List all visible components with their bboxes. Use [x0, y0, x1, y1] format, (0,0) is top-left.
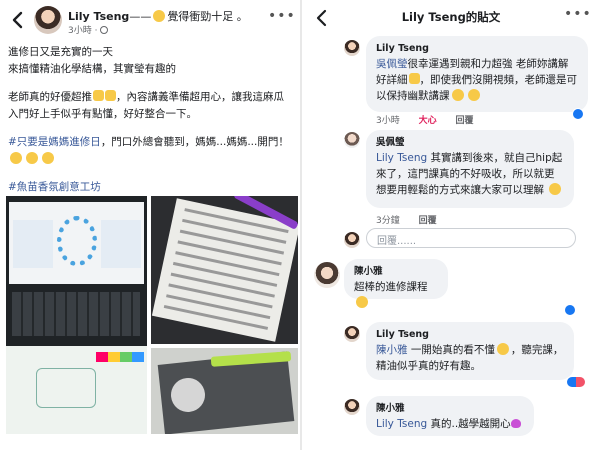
comment-meta: 3小時 大心 回覆 — [376, 113, 490, 126]
thinking-emoji-icon — [496, 343, 509, 355]
heart-icon — [510, 419, 521, 428]
comment-author[interactable]: 吳佩瑩 — [376, 136, 564, 149]
post-line: 來搞懂精油化學結構，其實瑩有趣的 — [8, 63, 176, 75]
sticky-tabs-image — [96, 352, 144, 362]
grin-emoji-icon — [42, 152, 54, 164]
photo-laptop-course[interactable] — [6, 196, 147, 434]
like-icon[interactable] — [564, 304, 576, 316]
comment-author[interactable]: Lily Tseng — [376, 42, 578, 55]
like-icon[interactable] — [572, 108, 584, 120]
comment-text: 真的..越學越開心 — [427, 418, 511, 430]
heart-eyes-emoji-icon — [356, 296, 368, 308]
comment-author[interactable]: 陳小雅 — [354, 265, 438, 278]
avatar — [344, 232, 360, 248]
comment-text: 超棒的進修課程 — [354, 281, 428, 293]
emoji-row — [8, 151, 296, 168]
post-line-text: 老師真的好優超推 — [8, 91, 92, 103]
comment-author[interactable]: Lily Tseng — [376, 328, 564, 341]
post-line: #只要是媽媽進修日，門口外總會聽到，媽媽...媽媽...開門！ — [8, 134, 296, 151]
avatar[interactable] — [344, 132, 360, 148]
hashtag-link[interactable]: #魚苗香氛創意工坊 — [8, 181, 101, 193]
laughing-emoji-icon — [467, 89, 480, 101]
post-line-text: ，門口外總會聽到，媽媽...媽媽...開門！ — [100, 136, 289, 148]
globe-icon — [100, 26, 109, 34]
feeling-text: 覺得衝勁十足 — [167, 10, 234, 23]
post-line: 進修日又是充實的一天 — [8, 46, 113, 58]
grin-emoji-icon — [549, 183, 562, 195]
author-name[interactable]: Lily Tseng — [68, 10, 129, 23]
post-time-text[interactable]: 3小時 — [68, 26, 92, 36]
avatar[interactable] — [344, 326, 360, 342]
smiley-icon — [153, 10, 166, 22]
comment-time: 3分鐘 — [376, 216, 400, 226]
comment-bubble: 吳佩瑩 Lily Tseng 其實講到後來，就自己hip起來了，這門課真的不好吸… — [366, 130, 574, 208]
comment-bubble: 陳小雅 超棒的進修課程 — [344, 259, 448, 308]
back-arrow-icon[interactable] — [8, 10, 28, 30]
hashtag-link[interactable]: #只要是媽媽進修日 — [8, 136, 101, 148]
post-line: 入門好上手似乎有點懂，好好整合一下。 — [8, 108, 197, 120]
avatar[interactable] — [344, 399, 360, 415]
feeling-dot: 。 — [233, 10, 248, 23]
comment-meta: 3分鐘 回覆 — [376, 213, 453, 226]
more-options-icon[interactable]: ••• — [268, 8, 296, 24]
avatar[interactable] — [344, 40, 360, 56]
post-time: 3小時 · — [68, 23, 109, 36]
post-header: Lily Tseng—— 覺得衝勁十足 。 — [68, 8, 248, 24]
comment-author[interactable]: 陳小雅 — [376, 402, 524, 415]
thumbs-up-icon — [105, 90, 116, 101]
header-separator: —— — [129, 10, 152, 23]
more-options-icon[interactable]: ••• — [564, 6, 592, 22]
photo-book-cover[interactable] — [151, 348, 298, 434]
comment-bubble: Lily Tseng 陳小雅 一開始真的看不懂 ，聽完課，精油似乎真的好有趣。 — [366, 322, 574, 380]
reply-link[interactable]: 回覆 — [419, 216, 437, 226]
grin-emoji-icon — [10, 152, 22, 164]
comment-bubble: 陳小雅 Lily Tseng 真的..越學越開心 — [366, 396, 534, 436]
comment-time: 3小時 — [376, 116, 400, 126]
love-reaction-label[interactable]: 大心 — [419, 116, 437, 126]
avatar[interactable] — [314, 262, 340, 288]
mention-link[interactable]: Lily Tseng — [376, 418, 427, 430]
laptop-screen-image — [9, 202, 144, 284]
comments-panel: Lily Tseng的貼文 ••• Lily Tseng 吳佩瑩很幸運遇到親和力… — [302, 0, 600, 450]
post-panel: Lily Tseng—— 覺得衝勁十足 。 3小時 · ••• 進修日又是充實的一… — [0, 0, 300, 450]
post-line: 老師真的好優超推 ，內容講義準備超用心，讓我這麻瓜 — [8, 89, 296, 106]
reply-link[interactable]: 回覆 — [456, 116, 474, 126]
page-title: Lily Tseng的貼文 — [401, 10, 501, 24]
post-line-text: ，內容講義準備超用心，讓我這麻瓜 — [116, 91, 284, 103]
reply-input[interactable]: 回覆...... — [366, 228, 576, 248]
comment-text: 一開始真的看不懂 — [407, 344, 495, 356]
photo-handout[interactable] — [151, 196, 298, 344]
laughing-emoji-icon — [451, 89, 464, 101]
post-text: 進修日又是充實的一天 來搞懂精油化學結構，其實瑩有趣的 老師真的好優超推 ，內容講… — [8, 44, 296, 196]
mention-link[interactable]: 吳佩瑩 — [376, 58, 408, 70]
thumbs-up-icon — [93, 90, 104, 101]
mention-link[interactable]: Lily Tseng — [376, 152, 427, 164]
author-avatar[interactable] — [34, 6, 62, 34]
comment-bubble: Lily Tseng 吳佩瑩很幸運遇到親和力超強 老師妳講解好詳細 ，即使我們沒開… — [366, 36, 588, 112]
keyboard-image — [12, 292, 140, 336]
photo-grid — [6, 196, 298, 450]
post-line: #魚苗香氛創意工坊 — [8, 179, 296, 196]
mention-link[interactable]: 陳小雅 — [376, 344, 408, 356]
like-love-icons[interactable] — [566, 376, 586, 388]
thumbs-up-icon — [408, 73, 420, 84]
grin-emoji-icon — [26, 152, 38, 164]
